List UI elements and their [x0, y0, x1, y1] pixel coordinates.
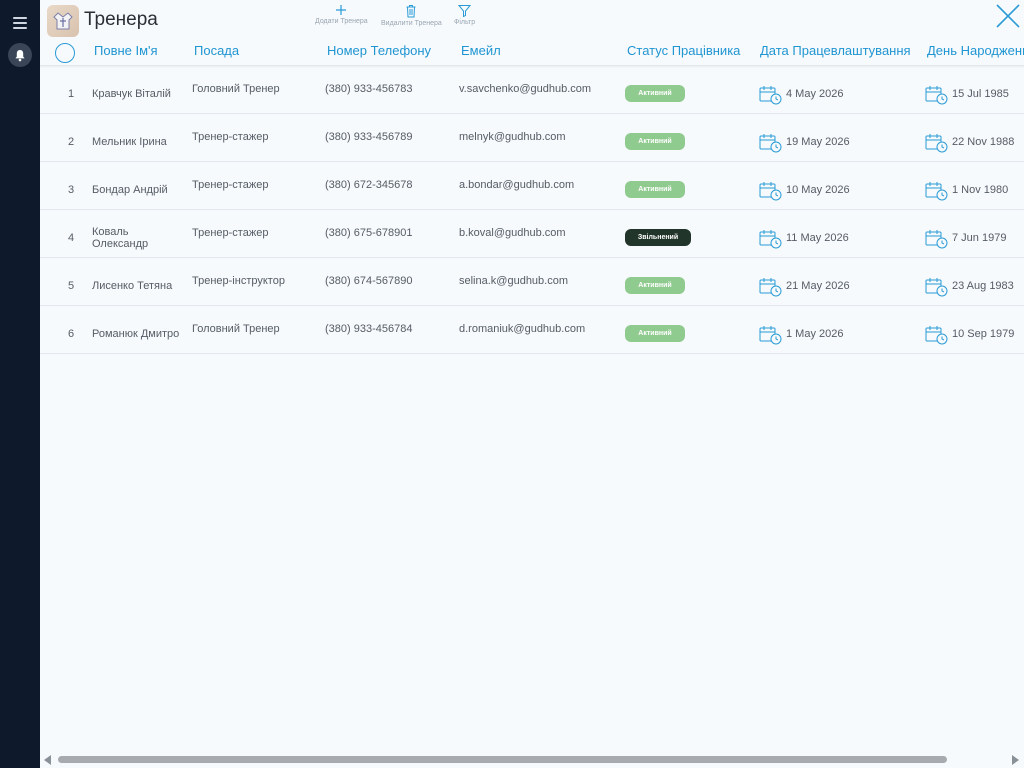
birthday: 7 Jun 1979 — [952, 232, 1007, 244]
scroll-thumb[interactable] — [58, 756, 947, 763]
hire-date: 19 May 2026 — [786, 136, 850, 148]
trainer-name: Романюк Дмитро — [92, 328, 180, 340]
trainer-position: Тренер-стажер — [192, 179, 269, 191]
birthday: 1 Nov 1980 — [952, 184, 1009, 196]
calendar-clock-icon — [759, 134, 782, 153]
status-badge: Активний — [625, 277, 685, 294]
trainer-phone: (380) 933-456783 — [325, 83, 413, 95]
calendar-clock-icon — [759, 230, 782, 249]
status-badge: Активний — [625, 181, 685, 198]
trainer-name: Кравчук Віталій — [92, 88, 171, 100]
table-row[interactable]: 5 Лисенко Тетяна Тренер-інструктор (380)… — [40, 258, 1024, 306]
delete-trainer-label: Видалити Тренера — [381, 20, 442, 27]
col-header-status[interactable]: Статус Працівника — [627, 43, 740, 58]
status-badge: Активний — [625, 85, 685, 102]
table-row[interactable]: 3 Бондар Андрій Тренер-стажер (380) 672-… — [40, 162, 1024, 210]
filter-label: Фільтр — [454, 19, 476, 26]
trainer-position: Головний Тренер — [192, 323, 280, 335]
trainer-position: Тренер-стажер — [192, 227, 269, 239]
trainer-phone: (380) 672-345678 — [325, 179, 413, 191]
main-area: Тренера Додати Тренера Видалити Тренера … — [40, 0, 1024, 768]
close-icon[interactable] — [996, 4, 1020, 28]
trainer-email: melnyk@gudhub.com — [459, 131, 566, 143]
col-header-birthday[interactable]: День Народження — [927, 43, 1024, 58]
calendar-clock-icon — [759, 86, 782, 105]
horizontal-scrollbar[interactable] — [40, 752, 1024, 768]
trainer-phone: (380) 933-456784 — [325, 323, 413, 335]
trainer-name: Лисенко Тетяна — [92, 280, 173, 292]
sidebar — [0, 0, 40, 768]
delete-trainer-button[interactable]: Видалити Тренера — [381, 4, 442, 27]
trainer-email: b.koval@gudhub.com — [459, 227, 566, 239]
row-number: 3 — [67, 184, 75, 196]
trainer-email: a.bondar@gudhub.com — [459, 179, 575, 191]
hire-date: 4 May 2026 — [786, 88, 844, 100]
calendar-clock-icon — [759, 278, 782, 297]
trainer-email: d.romaniuk@gudhub.com — [459, 323, 586, 335]
table-row[interactable]: 1 Кравчук Віталій Головний Тренер (380) … — [40, 66, 1024, 114]
trainer-name: Коваль Олександр — [92, 226, 149, 250]
add-trainer-button[interactable]: Додати Тренера — [315, 4, 368, 25]
table-header: Повне Ім'я Посада Номер Телефону Емейл С… — [40, 40, 1024, 66]
hire-date: 1 May 2026 — [786, 328, 844, 340]
scroll-left-icon[interactable] — [44, 755, 52, 765]
calendar-clock-icon — [925, 278, 948, 297]
bell-icon[interactable] — [8, 43, 32, 67]
trainer-name: Мельник Ірина — [92, 136, 167, 148]
table-row[interactable]: 6 Романюк Дмитро Головний Тренер (380) 9… — [40, 306, 1024, 354]
trainer-email: v.savchenko@gudhub.com — [459, 83, 592, 95]
col-header-phone[interactable]: Номер Телефону — [327, 43, 431, 58]
app-logo — [47, 5, 79, 37]
scroll-right-icon[interactable] — [1011, 755, 1019, 765]
hire-date: 21 May 2026 — [786, 280, 850, 292]
trainer-phone: (380) 674-567890 — [325, 275, 413, 287]
hire-date: 10 May 2026 — [786, 184, 850, 196]
page-title: Тренера — [84, 9, 158, 30]
row-number: 5 — [67, 280, 75, 292]
birthday: 23 Aug 1983 — [952, 280, 1014, 292]
calendar-clock-icon — [925, 230, 948, 249]
filter-button[interactable]: Фільтр — [454, 4, 475, 26]
row-number: 1 — [67, 88, 75, 100]
trainer-name: Бондар Андрій — [92, 184, 168, 196]
trainer-position: Тренер-інструктор — [192, 275, 285, 287]
hamburger-menu-icon[interactable] — [13, 17, 27, 29]
trainer-phone: (380) 675-678901 — [325, 227, 413, 239]
trainer-email: selina.k@gudhub.com — [459, 275, 569, 287]
plus-icon — [336, 5, 347, 15]
status-badge: Активний — [625, 325, 685, 342]
calendar-clock-icon — [925, 86, 948, 105]
birthday: 15 Jul 1985 — [952, 88, 1009, 100]
table-row[interactable]: 4 Коваль Олександр Тренер-стажер (380) 6… — [40, 210, 1024, 258]
col-header-name[interactable]: Повне Ім'я — [94, 43, 158, 58]
trainer-position: Тренер-стажер — [192, 131, 269, 143]
hire-date: 11 May 2026 — [786, 232, 849, 244]
status-badge: Звільнений — [625, 229, 691, 246]
calendar-clock-icon — [925, 134, 948, 153]
col-header-email[interactable]: Емейл — [461, 43, 501, 58]
status-badge: Активний — [625, 133, 685, 150]
calendar-clock-icon — [759, 182, 782, 201]
calendar-clock-icon — [759, 326, 782, 345]
calendar-clock-icon — [925, 326, 948, 345]
row-number: 6 — [67, 328, 75, 340]
select-all-checkbox[interactable] — [55, 43, 75, 63]
birthday: 10 Sep 1979 — [952, 328, 1015, 340]
trainer-position: Головний Тренер — [192, 83, 280, 95]
calendar-clock-icon — [925, 182, 948, 201]
col-header-hire-date[interactable]: Дата Працевлаштування — [760, 43, 911, 58]
table-row[interactable]: 2 Мельник Ірина Тренер-стажер (380) 933-… — [40, 114, 1024, 162]
trainer-phone: (380) 933-456789 — [325, 131, 413, 143]
add-trainer-label: Додати Тренера — [315, 18, 368, 25]
trash-icon — [406, 5, 416, 18]
birthday: 22 Nov 1988 — [952, 136, 1015, 148]
funnel-icon — [458, 5, 472, 17]
row-number: 4 — [67, 232, 75, 244]
row-number: 2 — [67, 136, 75, 148]
col-header-position[interactable]: Посада — [194, 43, 239, 58]
